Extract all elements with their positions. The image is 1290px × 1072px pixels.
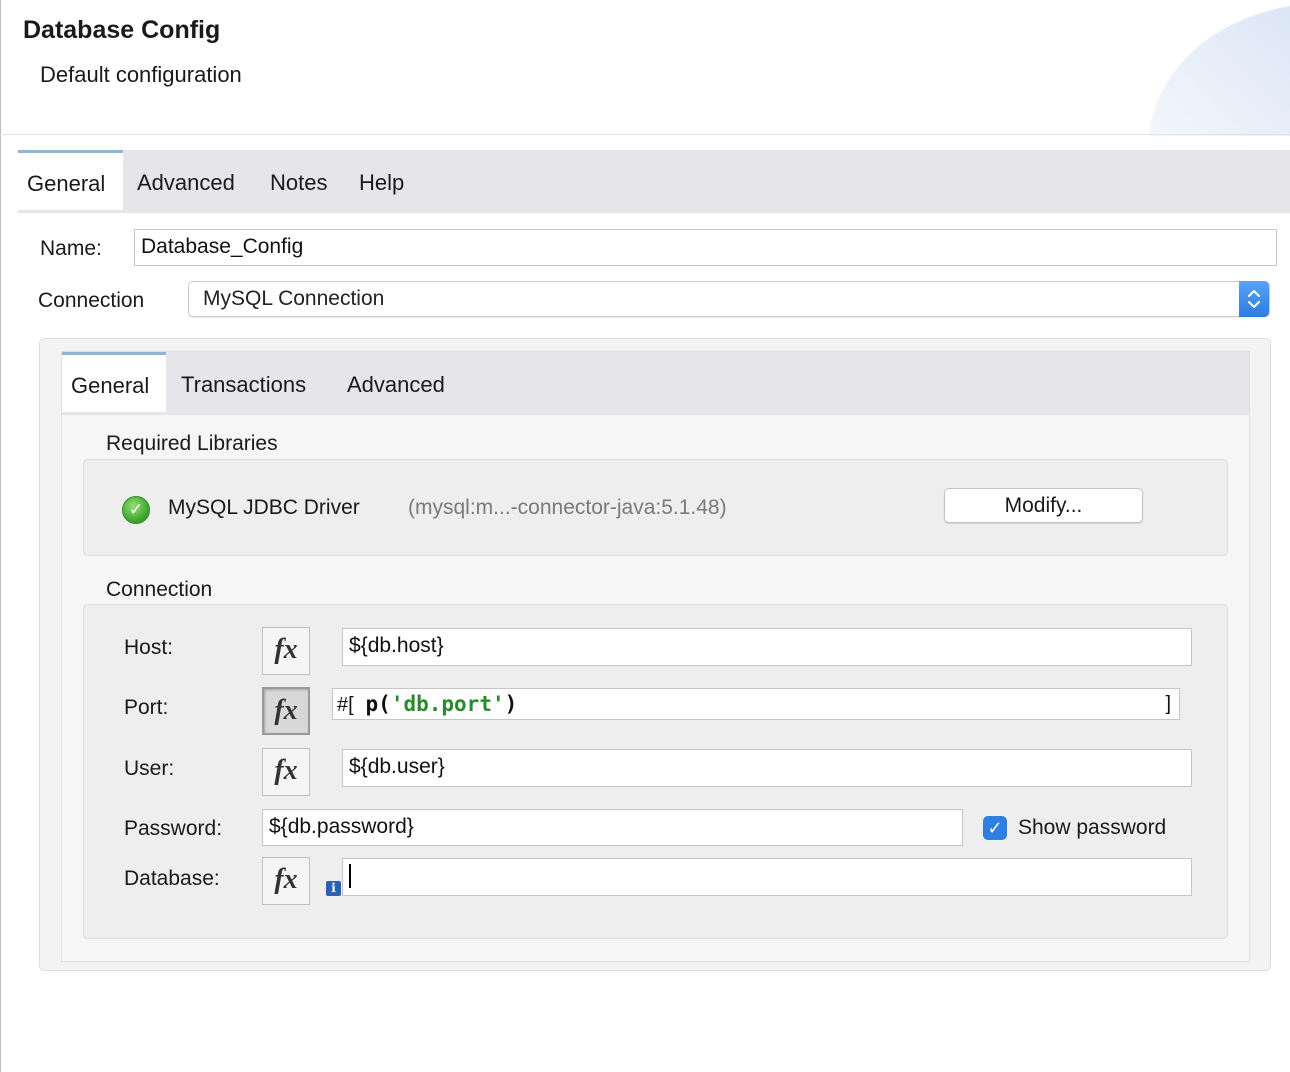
window-left-border [0, 0, 1, 1072]
expression-open: #[ [337, 694, 354, 716]
driver-name: MySQL JDBC Driver [168, 496, 360, 519]
connection-select-value: MySQL Connection [203, 287, 385, 310]
tab-advanced[interactable]: Advanced [137, 150, 235, 213]
host-input[interactable]: ${db.host} [342, 628, 1192, 666]
password-label: Password: [124, 817, 223, 840]
text-cursor [349, 864, 351, 889]
show-password-checkbox[interactable]: ✓ [983, 816, 1007, 840]
host-label: Host: [124, 636, 174, 659]
user-label: User: [124, 757, 175, 780]
port-label: Port: [124, 696, 169, 719]
required-libraries-title: Required Libraries [106, 432, 278, 455]
info-icon[interactable]: i [326, 881, 341, 896]
check-circle-icon: ✓ [122, 496, 150, 524]
tab-notes[interactable]: Notes [270, 150, 327, 213]
inner-tab-bar: General Transactions Advanced [62, 352, 1249, 415]
database-input[interactable] [342, 858, 1192, 896]
database-label: Database: [124, 867, 220, 890]
inner-tab-advanced[interactable]: Advanced [347, 352, 445, 415]
name-input[interactable]: Database_Config [134, 229, 1277, 266]
database-fx-button[interactable]: fx [262, 857, 310, 905]
connection-label: Connection [38, 289, 145, 312]
inner-tab-transactions[interactable]: Transactions [181, 352, 306, 415]
user-input[interactable]: ${db.user} [342, 749, 1192, 787]
expression-close: ] [1165, 693, 1171, 715]
show-password-label[interactable]: Show password [1018, 816, 1166, 840]
port-fx-button[interactable]: fx [262, 687, 310, 735]
page-title: Database Config [23, 16, 221, 44]
name-label: Name: [40, 237, 102, 260]
user-fx-button[interactable]: fx [262, 748, 310, 796]
password-input[interactable]: ${db.password} [262, 809, 963, 846]
page-subtitle: Default configuration [40, 62, 242, 87]
expression-string: 'db.port' [390, 692, 505, 716]
port-expression-input[interactable]: #[ p('db.port') ] [332, 688, 1180, 720]
expression-paren: ) [504, 692, 518, 716]
expression-function: p( [365, 692, 391, 716]
header-decoration [1130, 0, 1290, 136]
header-divider [0, 134, 1290, 135]
host-fx-button[interactable]: fx [262, 627, 310, 675]
modify-button[interactable]: Modify... [944, 488, 1143, 523]
connection-section-title: Connection [106, 578, 213, 601]
inner-tab-general[interactable]: General [62, 352, 166, 412]
select-updown-icon [1239, 281, 1269, 317]
connection-select[interactable]: MySQL Connection [188, 281, 1270, 317]
tab-help[interactable]: Help [359, 150, 404, 213]
tab-general[interactable]: General [18, 150, 123, 210]
driver-artifact: (mysql:m...-connector-java:5.1.48) [408, 496, 727, 519]
main-tab-bar: General Advanced Notes Help [18, 150, 1290, 213]
